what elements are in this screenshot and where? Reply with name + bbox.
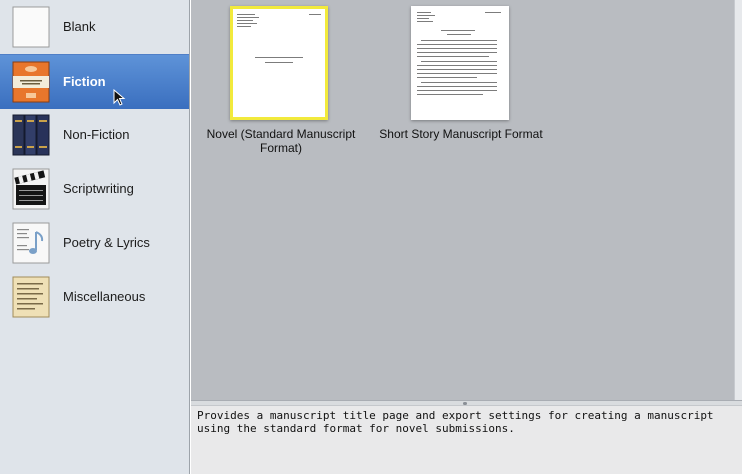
notes-page-icon xyxy=(12,276,50,318)
sidebar-item-fiction[interactable]: Fiction xyxy=(0,54,189,109)
template-thumbnail[interactable] xyxy=(411,6,509,120)
template-description: Provides a manuscript title page and exp… xyxy=(191,406,742,474)
sidebar-item-miscellaneous[interactable]: Miscellaneous xyxy=(0,270,189,324)
sidebar-item-scriptwriting[interactable]: Scriptwriting xyxy=(0,162,189,216)
book-cover-icon xyxy=(12,61,50,103)
category-sidebar: Blank Fiction Non-Fiction Scriptwriting … xyxy=(0,0,190,474)
sidebar-item-label: Blank xyxy=(63,19,96,34)
books-icon xyxy=(12,114,50,156)
template-label: Novel (Standard Manuscript Format) xyxy=(206,127,356,155)
blank-page-icon xyxy=(12,6,50,48)
sidebar-item-label: Miscellaneous xyxy=(63,289,146,304)
mouse-cursor-icon xyxy=(113,89,126,106)
template-grid: Novel (Standard Manuscript Format) Short… xyxy=(191,0,734,400)
grid-scrollbar[interactable] xyxy=(734,0,742,400)
template-label: Short Story Manuscript Format xyxy=(379,127,543,141)
sidebar-item-label: Scriptwriting xyxy=(63,181,134,196)
sidebar-item-blank[interactable]: Blank xyxy=(0,0,189,54)
clapperboard-icon xyxy=(12,168,50,210)
music-note-page-icon xyxy=(12,222,50,264)
sidebar-item-poetry-lyrics[interactable]: Poetry & Lyrics xyxy=(0,216,189,270)
sidebar-item-label: Poetry & Lyrics xyxy=(63,235,150,250)
splitter-handle-icon xyxy=(463,402,467,405)
template-thumbnail[interactable] xyxy=(230,6,328,120)
sidebar-item-label: Non-Fiction xyxy=(63,127,130,142)
sidebar-item-non-fiction[interactable]: Non-Fiction xyxy=(0,108,189,162)
sidebar-item-label: Fiction xyxy=(63,74,106,89)
